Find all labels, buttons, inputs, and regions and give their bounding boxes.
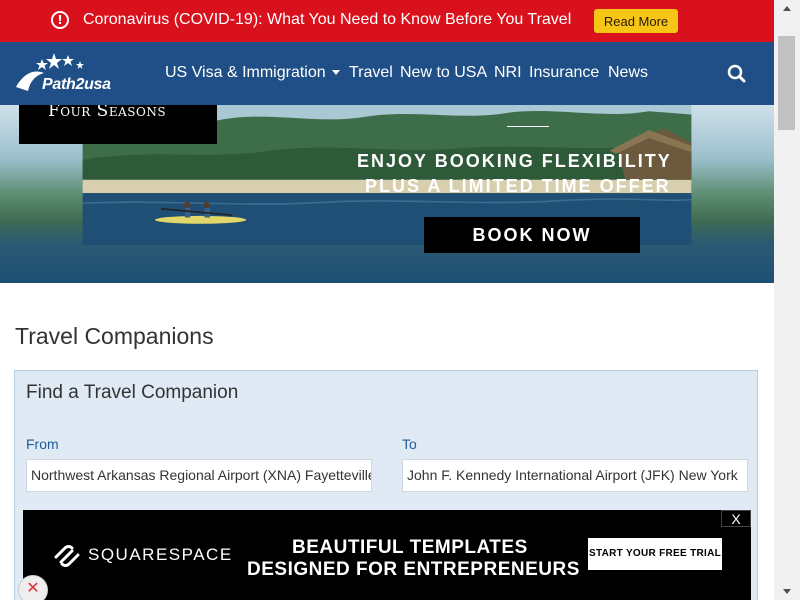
to-label: To: [402, 436, 417, 452]
floating-widget-icon[interactable]: ✕: [18, 575, 48, 600]
scroll-down-button[interactable]: [774, 583, 800, 600]
info-circle-icon: !: [51, 11, 69, 29]
nav-item-new-to-usa[interactable]: New to USA: [400, 64, 487, 82]
read-more-button[interactable]: Read More: [594, 9, 678, 33]
four-seasons-logo: Four Seasons: [19, 105, 217, 144]
ad-headline-2: DESIGNED FOR ENTREPRENEURS: [247, 559, 580, 580]
path2usa-logo[interactable]: Path2usa: [14, 51, 139, 97]
squarespace-brand: SQUARESPACE: [88, 545, 233, 564]
logo-text: Path2usa: [42, 76, 111, 93]
vertical-scrollbar[interactable]: [774, 0, 800, 600]
page-title: Travel Companions: [15, 323, 214, 349]
squarespace-ad[interactable]: SQUARESPACE BEAUTIFUL TEMPLATES DESIGNED…: [23, 510, 751, 600]
hero-headline-1: ENJOY BOOKING FLEXIBILITY: [357, 151, 672, 171]
to-airport-field[interactable]: John F. Kennedy International Airport (J…: [402, 459, 748, 492]
start-free-trial-button[interactable]: START YOUR FREE TRIAL: [588, 538, 722, 570]
nav-item-travel[interactable]: Travel: [349, 64, 393, 82]
nav-item-news[interactable]: News: [608, 64, 648, 82]
alert-text[interactable]: Coronavirus (COVID-19): What You Need to…: [83, 11, 571, 29]
main-navbar: Path2usa US Visa & Immigration Travel Ne…: [0, 42, 774, 105]
nav-item-label: US Visa & Immigration: [165, 64, 326, 81]
four-seasons-text: Four Seasons: [48, 105, 167, 121]
page: ! Coronavirus (COVID-19): What You Need …: [0, 0, 774, 600]
hero-headline-2: PLUS A LIMITED TIME OFFER: [365, 176, 671, 196]
book-now-button[interactable]: BOOK NOW: [424, 217, 640, 253]
chevron-down-icon: [331, 70, 340, 76]
ad-headline-1: BEAUTIFUL TEMPLATES: [292, 537, 528, 558]
scroll-up-button[interactable]: [774, 0, 800, 17]
covid-alert-bar: ! Coronavirus (COVID-19): What You Need …: [0, 0, 774, 42]
chevron-up-icon: [783, 6, 791, 11]
search-button[interactable]: [726, 63, 748, 85]
chevron-down-icon: [783, 589, 791, 594]
search-icon: [727, 64, 746, 83]
from-label: From: [26, 436, 59, 452]
nav-item-insurance[interactable]: Insurance: [529, 64, 599, 82]
scrollbar-thumb[interactable]: [778, 36, 795, 130]
panel-title: Find a Travel Companion: [26, 382, 239, 403]
from-airport-field[interactable]: Northwest Arkansas Regional Airport (XNA…: [26, 459, 372, 492]
nav-item-us-visa[interactable]: US Visa & Immigration: [165, 64, 340, 82]
squarespace-logo-icon: [54, 545, 80, 567]
divider: [507, 126, 549, 127]
nav-item-nri[interactable]: NRI: [494, 64, 522, 82]
four-seasons-ad[interactable]: Four Seasons ENJOY BOOKING FLEXIBILITY P…: [0, 105, 774, 283]
ad-close-button[interactable]: X: [721, 510, 751, 527]
